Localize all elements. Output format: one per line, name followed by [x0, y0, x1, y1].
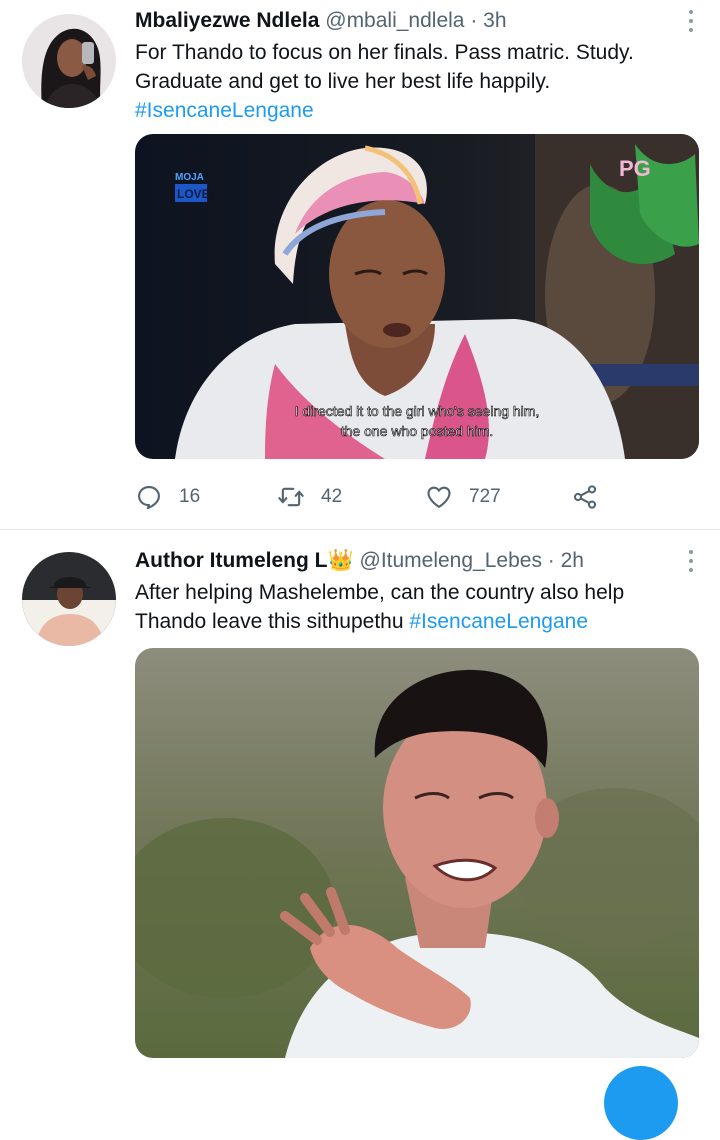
crown-emoji: 👑 [327, 549, 354, 572]
tweet-text: For Thando to focus on her finals. Pass … [135, 38, 705, 125]
channel-logo-bottom: LOVE [177, 187, 210, 201]
hashtag-link[interactable]: #IsencaneLengane [135, 96, 705, 125]
user-handle[interactable]: @mbali_ndlela [325, 9, 464, 32]
separator-dot: · [547, 549, 555, 572]
avatar[interactable] [22, 552, 116, 646]
tweet-header: Author Itumeleng L👑 @Itumeleng_Lebes · 2… [135, 548, 584, 574]
retweet-icon [278, 487, 304, 507]
tweet-actions: 16 42 727 [135, 480, 615, 514]
reply-button[interactable]: 16 [135, 480, 200, 514]
channel-logo-top: MOJA [175, 172, 204, 183]
separator-dot: · [470, 9, 478, 32]
share-icon [573, 485, 597, 509]
tweet-text: After helping Mashelembe, can the countr… [135, 578, 705, 636]
tweet-2[interactable]: Author Itumeleng L👑 @Itumeleng_Lebes · 2… [0, 540, 720, 1074]
timestamp[interactable]: 3h [483, 9, 506, 32]
display-name[interactable]: Author Itumeleng L [135, 549, 328, 572]
avatar[interactable] [22, 14, 116, 108]
rating-badge: PG [619, 156, 651, 181]
tweet-1[interactable]: Mbaliyezwe Ndlela @mbali_ndlela · 3h For… [0, 0, 720, 530]
more-options-icon[interactable] [684, 550, 698, 572]
tweet-text-plain: Thando leave this sithupethu [135, 610, 410, 633]
reply-count: 16 [179, 486, 201, 507]
subtitle-line-2: the one who posted him. [341, 423, 494, 439]
like-count: 727 [469, 486, 501, 507]
tweet-image[interactable]: MOJA LOVE PG I directed it to the girl w… [135, 134, 699, 459]
tweet-header: Mbaliyezwe Ndlela @mbali_ndlela · 3h [135, 8, 507, 34]
retweet-count: 42 [321, 486, 343, 507]
user-handle[interactable]: @Itumeleng_Lebes [360, 549, 542, 572]
compose-tweet-button[interactable] [604, 1066, 678, 1140]
tweet-text-line: Graduate and get to live her best life h… [135, 70, 551, 93]
tweet-text-line: For Thando to focus on her finals. Pass … [135, 41, 634, 64]
retweet-button[interactable]: 42 [277, 480, 342, 514]
hashtag-link[interactable]: #IsencaneLengane [409, 610, 588, 633]
tweet-text-line: After helping Mashelembe, can the countr… [135, 581, 625, 604]
heart-icon [427, 486, 451, 508]
tweet-text-line: Thando leave this sithupethu #IsencaneLe… [135, 607, 705, 636]
like-button[interactable]: 727 [425, 480, 501, 514]
tweet-divider [0, 529, 720, 530]
more-options-icon[interactable] [684, 10, 698, 32]
subtitle-line-1: I directed it to the girl who's seeing h… [295, 403, 540, 419]
reply-icon [138, 486, 160, 510]
display-name[interactable]: Mbaliyezwe Ndlela [135, 9, 319, 32]
timestamp[interactable]: 2h [561, 549, 584, 572]
tweet-image[interactable] [135, 648, 699, 1058]
share-button[interactable] [571, 480, 599, 514]
